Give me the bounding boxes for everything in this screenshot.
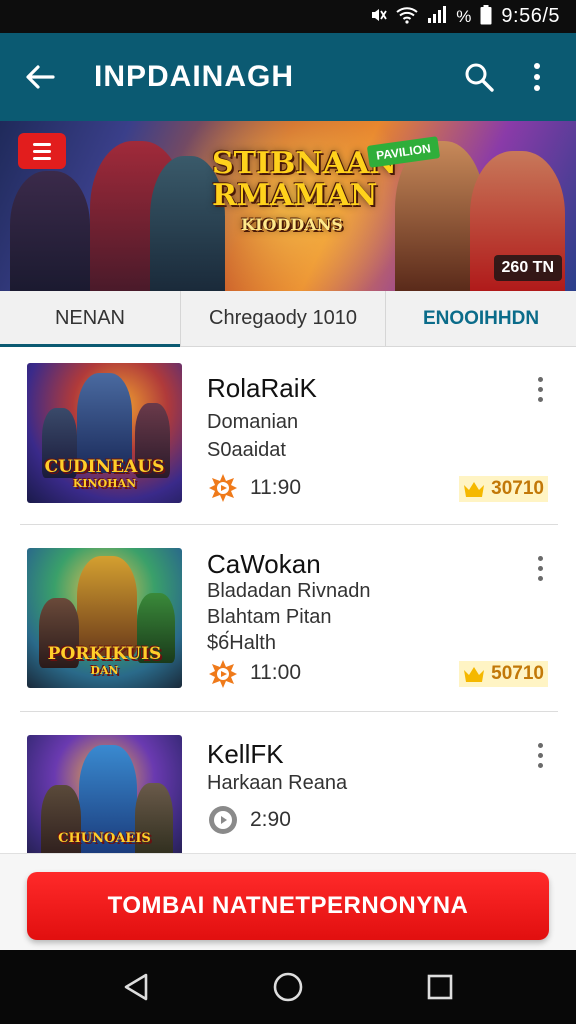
- list-item[interactable]: CHUNOAEIS KellFK Harkaan Reana 2:90: [0, 719, 576, 853]
- hero-figure: [10, 171, 90, 291]
- search-button[interactable]: [450, 61, 508, 93]
- game-name: KellFK: [207, 739, 284, 769]
- clock-badge-icon: [209, 806, 237, 834]
- cta-area: TOMBAI NATNETPERNONYNA: [0, 853, 576, 950]
- status-time: 9:56/5: [501, 5, 560, 27]
- wifi-icon: [396, 6, 418, 27]
- crown-icon: [464, 482, 485, 497]
- banner-menu-button[interactable]: [18, 133, 66, 169]
- page-title: INPDAINAGH: [94, 60, 295, 93]
- score-badge: 50710: [459, 661, 548, 687]
- thumbnail-subtitle: DAN: [90, 664, 119, 677]
- game-name: CaWokan: [207, 549, 321, 579]
- app-bar: INPDAINAGH: [0, 33, 576, 121]
- game-time: 11:00: [250, 661, 301, 684]
- item-more-button[interactable]: [530, 377, 550, 402]
- triangle-back-icon: [124, 973, 148, 1001]
- game-thumbnail: CHUNOAEIS: [27, 735, 182, 853]
- item-more-button[interactable]: [530, 743, 550, 768]
- game-detail: S0aaidat: [207, 439, 286, 461]
- game-time: 11:90: [250, 476, 301, 499]
- back-button[interactable]: [0, 64, 80, 90]
- circle-home-icon: [273, 972, 303, 1002]
- primary-cta-button[interactable]: TOMBAI NATNETPERNONYNA: [27, 872, 549, 940]
- nav-home-button[interactable]: [258, 957, 318, 1017]
- banner-corner-tag: 260 TN: [493, 255, 562, 281]
- game-detail: Blahtam Pitan: [207, 606, 332, 628]
- thumbnail-title: PORKIKUIS: [47, 644, 162, 664]
- signal-icon: [427, 6, 447, 27]
- game-list: CUDINEAUS KINOHAN RolaRaiK Domanian S0aa…: [0, 347, 576, 853]
- game-subtitle: Domanian: [207, 411, 299, 433]
- tab-bar: NENAN Chregaody 1010 ENOOIHHDN: [0, 291, 576, 347]
- game-time: 2:90: [250, 808, 291, 831]
- thumbnail-title: CHUNOAEIS: [58, 831, 151, 846]
- list-item[interactable]: CUDINEAUS KINOHAN RolaRaiK Domanian S0aa…: [0, 347, 576, 532]
- nav-back-button[interactable]: [106, 957, 166, 1017]
- overflow-menu-button[interactable]: [508, 62, 566, 92]
- divider: [20, 524, 558, 525]
- battery-icon: [480, 5, 492, 28]
- divider: [20, 711, 558, 712]
- promo-banner[interactable]: STIBNAAN RMAMAN KIODDANS PAVILION 260 TN: [0, 121, 576, 291]
- sun-badge-icon: [209, 660, 237, 688]
- tab-nenan[interactable]: NENAN: [0, 291, 180, 347]
- tab-chregaody[interactable]: Chregaody 1010: [180, 291, 386, 346]
- game-subtitle: Harkaan Reana: [207, 772, 348, 794]
- signal-text: %: [456, 7, 472, 26]
- crown-icon: [464, 667, 485, 682]
- more-vert-icon: [534, 63, 540, 91]
- list-item[interactable]: PORKIKUIS DAN CaWokan Bladadan Rivnadn B…: [0, 532, 576, 717]
- sun-badge-icon: [209, 474, 237, 502]
- score-value: 50710: [491, 663, 544, 684]
- game-name: RolaRaiK: [207, 373, 317, 403]
- tab-enooihhdn[interactable]: ENOOIHHDN: [386, 291, 576, 346]
- thumbnail-subtitle: KINOHAN: [72, 477, 137, 490]
- score-badge: 30710: [459, 476, 548, 502]
- game-price: $6́Halth: [207, 632, 276, 654]
- square-recents-icon: [427, 974, 453, 1000]
- mute-icon: [369, 6, 388, 27]
- nav-recents-button[interactable]: [410, 957, 470, 1017]
- game-thumbnail: PORKIKUIS DAN: [27, 548, 182, 688]
- arrow-left-icon: [26, 65, 55, 89]
- banner-title: STIBNAAN RMAMAN KIODDANS: [212, 146, 397, 234]
- game-subtitle: Bladadan Rivnadn: [207, 580, 371, 602]
- status-bar: % 9:56/5: [0, 0, 576, 33]
- game-thumbnail: CUDINEAUS KINOHAN: [27, 363, 182, 503]
- item-more-button[interactable]: [530, 556, 550, 581]
- thumbnail-title: CUDINEAUS: [44, 457, 165, 477]
- search-icon: [465, 63, 494, 92]
- system-nav-bar: [0, 950, 576, 1024]
- score-value: 30710: [491, 478, 544, 499]
